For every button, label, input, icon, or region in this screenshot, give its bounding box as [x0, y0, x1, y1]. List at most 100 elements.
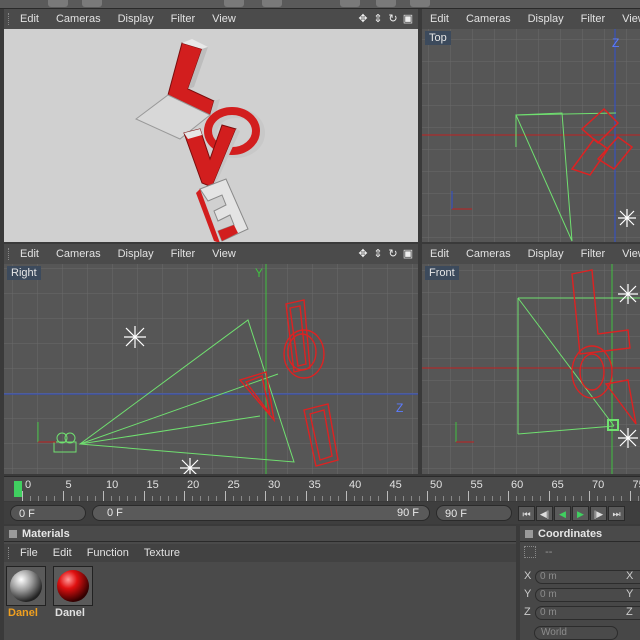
toolbar-button[interactable] — [262, 0, 282, 7]
menu-filter[interactable]: Filter — [163, 13, 204, 25]
timeline-tick-label: 35 — [308, 479, 321, 491]
timeline-major-tick — [629, 491, 631, 501]
play-backward-icon[interactable]: ◀ — [554, 506, 571, 521]
material-swatch-silver[interactable] — [6, 566, 46, 606]
menu-edit[interactable]: Edit — [422, 13, 458, 25]
panel-toggle-icon[interactable] — [9, 530, 17, 538]
timeline-major-tick — [265, 491, 266, 501]
timeline-ruler[interactable]: 0 5 10 15 20 25 30 35 40 45 50 55 60 65 70 75 — [4, 476, 640, 501]
menu-cameras[interactable]: Cameras — [458, 248, 520, 260]
front-grid — [422, 264, 640, 474]
materials-menu-edit[interactable]: Edit — [45, 547, 79, 559]
toolbar-button[interactable] — [48, 0, 68, 7]
perspective-viewport[interactable]: Edit Cameras Display Filter View ✥ ⇕ ↻ ▣ — [4, 9, 418, 242]
timeline-minor-tick — [532, 496, 534, 501]
menu-filter[interactable]: Filter — [573, 248, 614, 260]
materials-header: Materials — [4, 526, 516, 542]
zoom-view-icon[interactable]: ⇕ — [372, 248, 384, 260]
move-view-icon[interactable]: ✥ — [357, 248, 369, 260]
materials-menu-file[interactable]: File — [12, 547, 45, 559]
rotate-view-icon[interactable]: ↻ — [387, 248, 399, 260]
material-name-2[interactable]: Danel — [55, 607, 85, 619]
toolbar-button[interactable] — [376, 0, 396, 7]
maximize-view-icon[interactable]: ▣ — [402, 13, 414, 25]
timeline-minor-tick — [200, 496, 202, 501]
menu-filter[interactable]: Filter — [573, 13, 614, 25]
front-viewport[interactable]: Edit Cameras Display Filter View — [422, 244, 640, 474]
coordinate-space-select[interactable]: World — [534, 626, 618, 640]
go-to-start-icon[interactable]: ⏮ — [518, 506, 535, 521]
menu-edit[interactable]: Edit — [12, 248, 48, 260]
timeline-minor-tick — [313, 496, 315, 501]
timeline-minor-tick — [354, 496, 356, 501]
menu-view[interactable]: View — [204, 248, 245, 260]
timeline-minor-tick — [297, 496, 299, 501]
timeline-major-tick — [184, 491, 185, 501]
material-swatch-red[interactable] — [53, 566, 93, 606]
timeline-minor-tick — [281, 496, 283, 501]
coord-row-y: Y 0 m Y — [524, 588, 640, 604]
materials-title: Materials — [22, 528, 70, 540]
menu-display[interactable]: Display — [110, 13, 163, 25]
timeline-minor-tick — [70, 496, 72, 501]
menu-view[interactable]: View — [614, 13, 640, 25]
prev-frame-icon[interactable]: ◀| — [536, 506, 553, 521]
max-frame-field[interactable]: 90 F — [436, 505, 512, 521]
menu-edit[interactable]: Edit — [12, 13, 48, 25]
play-forward-icon[interactable]: ▶ — [572, 506, 589, 521]
toolbar-button[interactable] — [82, 0, 102, 7]
timeline-minor-tick — [443, 496, 445, 501]
right-viewport[interactable]: Edit Cameras Display Filter View ✥ ⇕ ↻ ▣ — [4, 244, 418, 474]
timeline-major-tick — [589, 491, 590, 501]
position-z-field[interactable]: 0 m — [535, 606, 640, 620]
menu-view[interactable]: View — [614, 248, 640, 260]
range-end-label: 90 F — [396, 507, 419, 519]
materials-menu-function[interactable]: Function — [79, 547, 136, 559]
current-frame-field[interactable]: 0 F — [10, 505, 86, 521]
move-view-icon[interactable]: ✥ — [357, 13, 369, 25]
material-name-1[interactable]: Danel — [8, 607, 38, 619]
toolbar-button[interactable] — [340, 0, 360, 7]
zoom-view-icon[interactable]: ⇕ — [372, 13, 384, 25]
timeline-minor-tick — [410, 496, 412, 501]
menu-display[interactable]: Display — [520, 248, 573, 260]
panel-toggle-icon[interactable] — [525, 530, 533, 538]
perspective-render — [4, 29, 418, 242]
materials-menu-texture[interactable]: Texture — [136, 547, 187, 559]
menu-filter[interactable]: Filter — [163, 248, 204, 260]
maximize-view-icon[interactable]: ▣ — [402, 248, 414, 260]
timeline-major-tick — [22, 491, 23, 501]
top-viewport[interactable]: Edit Cameras Display Filter View — [422, 9, 640, 242]
timeline-tick-label: 10 — [106, 479, 119, 491]
menu-edit[interactable]: Edit — [422, 248, 458, 260]
letter-e-shape — [196, 178, 249, 242]
right-grid — [4, 264, 418, 474]
rotate-view-icon[interactable]: ↻ — [387, 13, 399, 25]
timeline-minor-tick — [362, 496, 364, 501]
menu-cameras[interactable]: Cameras — [458, 13, 520, 25]
timeline-tick-label: 45 — [389, 479, 402, 491]
coordinates-title: Coordinates — [538, 528, 603, 540]
menu-cameras[interactable]: Cameras — [48, 13, 110, 25]
toolbar-button[interactable] — [224, 0, 244, 7]
menu-cameras[interactable]: Cameras — [48, 248, 110, 260]
timeline-minor-tick — [248, 496, 250, 501]
timeline-tick-label: 40 — [349, 479, 362, 491]
menu-display[interactable]: Display — [110, 248, 163, 260]
timeline-major-tick — [143, 491, 145, 501]
timeline-minor-tick — [516, 496, 518, 501]
silver-sphere-icon — [10, 570, 42, 602]
range-slider[interactable]: 0 F 90 F — [92, 505, 430, 521]
position-y-field[interactable]: 0 m — [535, 588, 640, 602]
menu-view[interactable]: View — [204, 13, 245, 25]
playback-bar: 0 F 0 F 90 F 90 F ⏮ ◀| ◀ ▶ |▶ ⏭ — [4, 502, 640, 524]
timeline-minor-tick — [580, 496, 582, 501]
menu-display[interactable]: Display — [520, 13, 573, 25]
position-x-field[interactable]: 0 m — [535, 570, 640, 584]
timeline-tick-label: 15 — [146, 479, 159, 491]
go-to-end-icon[interactable]: ⏭ — [608, 506, 625, 521]
next-frame-icon[interactable]: |▶ — [590, 506, 607, 521]
timeline-major-tick — [427, 491, 428, 501]
timeline-minor-tick — [111, 496, 113, 501]
toolbar-button[interactable] — [410, 0, 430, 7]
